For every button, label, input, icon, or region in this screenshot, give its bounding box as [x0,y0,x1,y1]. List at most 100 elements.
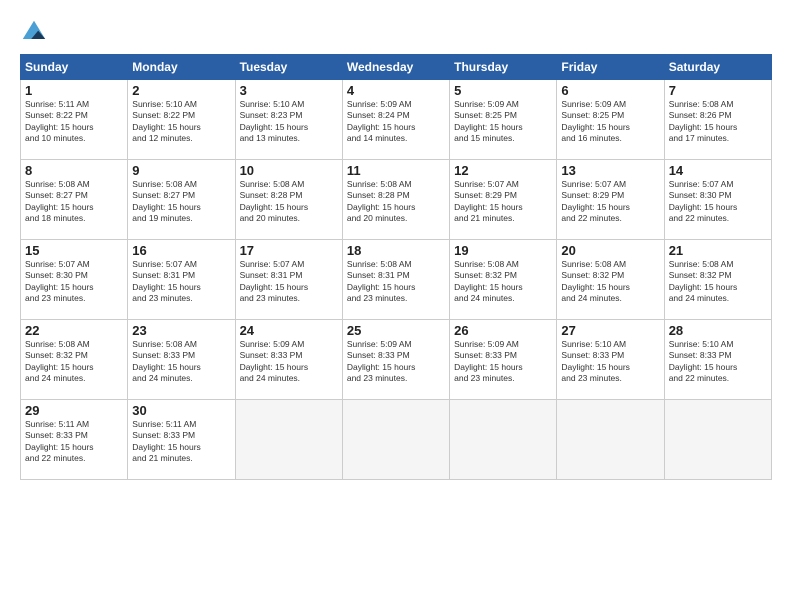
day-number: 17 [240,243,338,258]
calendar-cell: 19Sunrise: 5:08 AM Sunset: 8:32 PM Dayli… [450,240,557,320]
calendar-cell: 11Sunrise: 5:08 AM Sunset: 8:28 PM Dayli… [342,160,449,240]
calendar-week-4: 22Sunrise: 5:08 AM Sunset: 8:32 PM Dayli… [21,320,772,400]
day-number: 6 [561,83,659,98]
calendar-cell: 25Sunrise: 5:09 AM Sunset: 8:33 PM Dayli… [342,320,449,400]
day-number: 3 [240,83,338,98]
day-info: Sunrise: 5:10 AM Sunset: 8:33 PM Dayligh… [669,339,767,385]
calendar-cell: 6Sunrise: 5:09 AM Sunset: 8:25 PM Daylig… [557,80,664,160]
day-number: 9 [132,163,230,178]
calendar-cell: 9Sunrise: 5:08 AM Sunset: 8:27 PM Daylig… [128,160,235,240]
day-number: 11 [347,163,445,178]
calendar-cell: 1Sunrise: 5:11 AM Sunset: 8:22 PM Daylig… [21,80,128,160]
day-number: 1 [25,83,123,98]
col-header-thursday: Thursday [450,55,557,80]
day-info: Sunrise: 5:09 AM Sunset: 8:24 PM Dayligh… [347,99,445,145]
calendar-cell: 18Sunrise: 5:08 AM Sunset: 8:31 PM Dayli… [342,240,449,320]
day-number: 26 [454,323,552,338]
day-number: 30 [132,403,230,418]
day-info: Sunrise: 5:08 AM Sunset: 8:33 PM Dayligh… [132,339,230,385]
calendar-cell: 30Sunrise: 5:11 AM Sunset: 8:33 PM Dayli… [128,400,235,480]
col-header-friday: Friday [557,55,664,80]
calendar-week-3: 15Sunrise: 5:07 AM Sunset: 8:30 PM Dayli… [21,240,772,320]
day-info: Sunrise: 5:08 AM Sunset: 8:32 PM Dayligh… [561,259,659,305]
day-info: Sunrise: 5:09 AM Sunset: 8:25 PM Dayligh… [454,99,552,145]
day-info: Sunrise: 5:07 AM Sunset: 8:30 PM Dayligh… [25,259,123,305]
day-info: Sunrise: 5:07 AM Sunset: 8:29 PM Dayligh… [561,179,659,225]
day-info: Sunrise: 5:07 AM Sunset: 8:31 PM Dayligh… [132,259,230,305]
col-header-sunday: Sunday [21,55,128,80]
calendar-cell: 7Sunrise: 5:08 AM Sunset: 8:26 PM Daylig… [664,80,771,160]
calendar-cell: 12Sunrise: 5:07 AM Sunset: 8:29 PM Dayli… [450,160,557,240]
day-number: 16 [132,243,230,258]
day-number: 23 [132,323,230,338]
day-number: 14 [669,163,767,178]
day-info: Sunrise: 5:11 AM Sunset: 8:33 PM Dayligh… [25,419,123,465]
day-info: Sunrise: 5:09 AM Sunset: 8:33 PM Dayligh… [347,339,445,385]
calendar-week-1: 1Sunrise: 5:11 AM Sunset: 8:22 PM Daylig… [21,80,772,160]
day-info: Sunrise: 5:08 AM Sunset: 8:27 PM Dayligh… [132,179,230,225]
day-number: 13 [561,163,659,178]
day-number: 5 [454,83,552,98]
day-info: Sunrise: 5:11 AM Sunset: 8:22 PM Dayligh… [25,99,123,145]
col-header-saturday: Saturday [664,55,771,80]
day-info: Sunrise: 5:08 AM Sunset: 8:27 PM Dayligh… [25,179,123,225]
calendar-cell [664,400,771,480]
day-info: Sunrise: 5:07 AM Sunset: 8:31 PM Dayligh… [240,259,338,305]
calendar-cell: 13Sunrise: 5:07 AM Sunset: 8:29 PM Dayli… [557,160,664,240]
calendar-cell: 26Sunrise: 5:09 AM Sunset: 8:33 PM Dayli… [450,320,557,400]
calendar-cell: 4Sunrise: 5:09 AM Sunset: 8:24 PM Daylig… [342,80,449,160]
day-info: Sunrise: 5:08 AM Sunset: 8:32 PM Dayligh… [25,339,123,385]
day-info: Sunrise: 5:08 AM Sunset: 8:28 PM Dayligh… [240,179,338,225]
day-number: 21 [669,243,767,258]
day-number: 27 [561,323,659,338]
col-header-wednesday: Wednesday [342,55,449,80]
calendar-cell: 17Sunrise: 5:07 AM Sunset: 8:31 PM Dayli… [235,240,342,320]
calendar-cell [235,400,342,480]
day-info: Sunrise: 5:10 AM Sunset: 8:33 PM Dayligh… [561,339,659,385]
page: SundayMondayTuesdayWednesdayThursdayFrid… [0,0,792,612]
day-number: 18 [347,243,445,258]
day-number: 28 [669,323,767,338]
calendar-cell: 15Sunrise: 5:07 AM Sunset: 8:30 PM Dayli… [21,240,128,320]
calendar-cell [450,400,557,480]
col-header-tuesday: Tuesday [235,55,342,80]
day-number: 25 [347,323,445,338]
calendar-cell: 14Sunrise: 5:07 AM Sunset: 8:30 PM Dayli… [664,160,771,240]
calendar: SundayMondayTuesdayWednesdayThursdayFrid… [20,54,772,480]
calendar-cell: 5Sunrise: 5:09 AM Sunset: 8:25 PM Daylig… [450,80,557,160]
calendar-cell: 28Sunrise: 5:10 AM Sunset: 8:33 PM Dayli… [664,320,771,400]
day-number: 22 [25,323,123,338]
calendar-cell: 10Sunrise: 5:08 AM Sunset: 8:28 PM Dayli… [235,160,342,240]
day-info: Sunrise: 5:11 AM Sunset: 8:33 PM Dayligh… [132,419,230,465]
calendar-week-2: 8Sunrise: 5:08 AM Sunset: 8:27 PM Daylig… [21,160,772,240]
day-info: Sunrise: 5:10 AM Sunset: 8:23 PM Dayligh… [240,99,338,145]
day-info: Sunrise: 5:09 AM Sunset: 8:25 PM Dayligh… [561,99,659,145]
logo-icon [20,18,48,46]
calendar-cell: 8Sunrise: 5:08 AM Sunset: 8:27 PM Daylig… [21,160,128,240]
day-info: Sunrise: 5:07 AM Sunset: 8:30 PM Dayligh… [669,179,767,225]
calendar-cell [342,400,449,480]
day-number: 15 [25,243,123,258]
day-number: 4 [347,83,445,98]
day-number: 20 [561,243,659,258]
day-info: Sunrise: 5:08 AM Sunset: 8:32 PM Dayligh… [669,259,767,305]
calendar-cell: 27Sunrise: 5:10 AM Sunset: 8:33 PM Dayli… [557,320,664,400]
calendar-cell: 3Sunrise: 5:10 AM Sunset: 8:23 PM Daylig… [235,80,342,160]
header [20,18,772,46]
calendar-cell: 22Sunrise: 5:08 AM Sunset: 8:32 PM Dayli… [21,320,128,400]
day-number: 12 [454,163,552,178]
day-info: Sunrise: 5:08 AM Sunset: 8:31 PM Dayligh… [347,259,445,305]
day-number: 24 [240,323,338,338]
day-info: Sunrise: 5:07 AM Sunset: 8:29 PM Dayligh… [454,179,552,225]
day-number: 8 [25,163,123,178]
day-info: Sunrise: 5:10 AM Sunset: 8:22 PM Dayligh… [132,99,230,145]
calendar-cell: 24Sunrise: 5:09 AM Sunset: 8:33 PM Dayli… [235,320,342,400]
calendar-cell: 20Sunrise: 5:08 AM Sunset: 8:32 PM Dayli… [557,240,664,320]
calendar-cell: 23Sunrise: 5:08 AM Sunset: 8:33 PM Dayli… [128,320,235,400]
logo [20,18,52,46]
day-number: 7 [669,83,767,98]
day-number: 29 [25,403,123,418]
calendar-cell: 21Sunrise: 5:08 AM Sunset: 8:32 PM Dayli… [664,240,771,320]
calendar-cell: 16Sunrise: 5:07 AM Sunset: 8:31 PM Dayli… [128,240,235,320]
day-number: 2 [132,83,230,98]
